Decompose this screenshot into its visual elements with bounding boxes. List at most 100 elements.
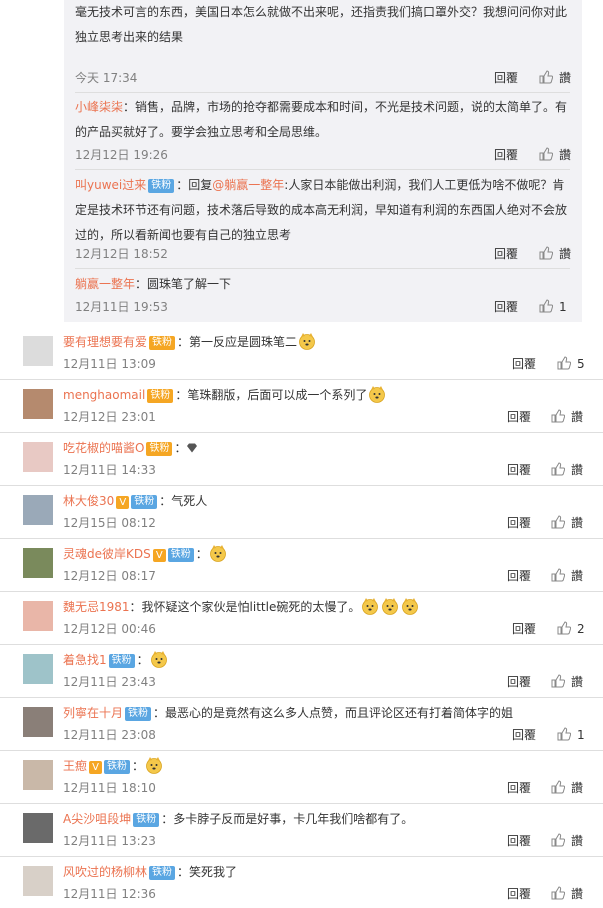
comment-text: ： <box>195 547 208 561</box>
thumb-up-icon <box>557 621 571 635</box>
like-count: 讚 <box>559 71 572 85</box>
doge-emoji-icon <box>146 757 162 774</box>
comment-username[interactable]: 魏无忌1981 <box>63 600 130 614</box>
comment-text: ： <box>136 653 149 667</box>
reply-button[interactable]: 回覆 <box>507 778 531 798</box>
comment-time: 12月11日 14:33 <box>63 463 156 477</box>
thumb-up-icon <box>551 886 565 900</box>
reply-button[interactable]: 回覆 <box>507 513 531 533</box>
like-button[interactable]: 讚 <box>539 145 571 165</box>
divider <box>0 803 603 804</box>
comment-username[interactable]: menghaomail <box>63 388 145 402</box>
like-button[interactable]: 讚 <box>551 778 583 798</box>
reply-button[interactable]: 回覆 <box>494 297 518 317</box>
like-count: 讚 <box>571 834 584 848</box>
like-button[interactable]: 讚 <box>539 68 571 88</box>
avatar[interactable] <box>23 548 53 578</box>
reply-button[interactable]: 回覆 <box>512 354 536 374</box>
fan-badge: 铁粉 <box>167 548 194 562</box>
fan-badge: 铁粉 <box>148 179 175 193</box>
avatar[interactable] <box>23 813 53 843</box>
avatar[interactable] <box>23 760 53 790</box>
thumb-up-icon <box>539 147 553 161</box>
doge-emoji-icon <box>369 386 386 403</box>
like-button[interactable]: 讚 <box>551 566 583 586</box>
avatar[interactable] <box>23 442 53 472</box>
comment-time: 12月12日 23:01 <box>63 410 156 424</box>
like-button[interactable]: 2 <box>557 619 585 639</box>
comment-username[interactable]: 着急找1 <box>63 653 107 667</box>
comment-text-line: 风吹过的杨柳林 铁粉 ：笑死我了 <box>63 862 583 882</box>
reply-button[interactable]: 回覆 <box>512 725 536 745</box>
comment-text-line: 列寧在十月 铁粉 ：最恶心的是竟然有这么多人点赞，而且评论区还有打着简体字的姐 <box>63 703 583 723</box>
avatar[interactable] <box>23 336 53 366</box>
reply-username[interactable]: 叫yuwei过来 <box>75 178 146 192</box>
comment-text: ：我怀疑这个家伙是怕little碗死的太慢了。 <box>129 600 361 614</box>
avatar[interactable] <box>23 389 53 419</box>
like-count: 讚 <box>571 675 584 689</box>
like-count: 讚 <box>571 781 584 795</box>
thumb-up-icon <box>551 409 565 423</box>
reply-button[interactable]: 回覆 <box>494 68 518 88</box>
mention-link[interactable]: @躺赢一整年 <box>212 178 284 192</box>
like-button[interactable]: 讚 <box>551 884 583 904</box>
avatar[interactable] <box>23 707 53 737</box>
doge-emoji-icon <box>382 598 399 615</box>
avatar[interactable] <box>23 601 53 631</box>
like-button[interactable]: 讚 <box>551 460 583 480</box>
like-button[interactable]: 5 <box>557 354 585 374</box>
avatar[interactable] <box>23 654 53 684</box>
like-button[interactable]: 讚 <box>551 407 583 427</box>
avatar[interactable] <box>23 495 53 525</box>
thumb-up-icon <box>551 568 565 582</box>
like-count: 1 <box>577 728 585 742</box>
comment-username[interactable]: 灵魂de彼岸KDS <box>63 547 151 561</box>
comment-username[interactable]: 林大俊30 <box>63 494 114 508</box>
nested-replies-panel: 毫无技术可言的东西，美国日本怎么就做不出来呢，还指责我们搞口罩外交？我想问问你对… <box>64 0 582 322</box>
reply-button[interactable]: 回覆 <box>507 407 531 427</box>
like-button[interactable]: 讚 <box>539 244 571 264</box>
comment-time: 12月11日 12:36 <box>63 887 156 901</box>
comment-time: 12月11日 23:08 <box>63 728 156 742</box>
divider <box>0 644 603 645</box>
reply-button[interactable]: 回覆 <box>512 619 536 639</box>
like-count: 讚 <box>571 569 584 583</box>
comment-text-line: 王瘛 V 铁粉： <box>63 756 583 776</box>
like-count: 1 <box>559 300 567 314</box>
comment-username[interactable]: A尖沙咀段坤 <box>63 812 131 826</box>
thumb-up-icon <box>551 462 565 476</box>
reply-button[interactable]: 回覆 <box>507 566 531 586</box>
reply-button[interactable]: 回覆 <box>494 145 518 165</box>
reply-button[interactable]: 回覆 <box>507 460 531 480</box>
reply-button[interactable]: 回覆 <box>507 831 531 851</box>
comment-text-line: menghaomail 铁粉 ：笔珠翻版，后面可以成一个系列了 <box>63 385 583 405</box>
comment-username[interactable]: 王瘛 <box>63 759 87 773</box>
comment-username[interactable]: 要有理想要有爱 <box>63 335 147 349</box>
like-button[interactable]: 讚 <box>551 831 583 851</box>
reply-button[interactable]: 回覆 <box>507 672 531 692</box>
reply-username[interactable]: 躺赢一整年 <box>75 277 135 291</box>
comment-time: 12月11日 13:23 <box>63 834 156 848</box>
comment-username[interactable]: 列寧在十月 <box>63 706 123 720</box>
like-count: 5 <box>577 357 585 371</box>
divider <box>0 485 603 486</box>
reply-time: 今天 17:34 <box>75 71 138 85</box>
comment-username[interactable]: 吃花椒的喵酱O <box>63 441 144 455</box>
like-button[interactable]: 讚 <box>551 672 583 692</box>
like-button[interactable]: 1 <box>539 297 567 317</box>
doge-emoji-icon <box>150 651 167 668</box>
avatar[interactable] <box>23 866 53 896</box>
reply-button[interactable]: 回覆 <box>494 244 518 264</box>
comment-username[interactable]: 风吹过的杨柳林 <box>63 865 147 879</box>
reply-username[interactable]: 小峰柒柒 <box>75 100 123 114</box>
like-count: 讚 <box>559 247 572 261</box>
divider <box>0 591 603 592</box>
thumb-up-icon <box>551 674 565 688</box>
like-button[interactable]: 1 <box>557 725 585 745</box>
comment-time: 12月11日 13:09 <box>63 357 156 371</box>
verified-v-icon: V <box>116 496 130 509</box>
reply-button[interactable]: 回覆 <box>507 884 531 904</box>
doge-emoji-icon <box>209 545 226 562</box>
like-button[interactable]: 讚 <box>551 513 583 533</box>
divider <box>0 432 603 433</box>
